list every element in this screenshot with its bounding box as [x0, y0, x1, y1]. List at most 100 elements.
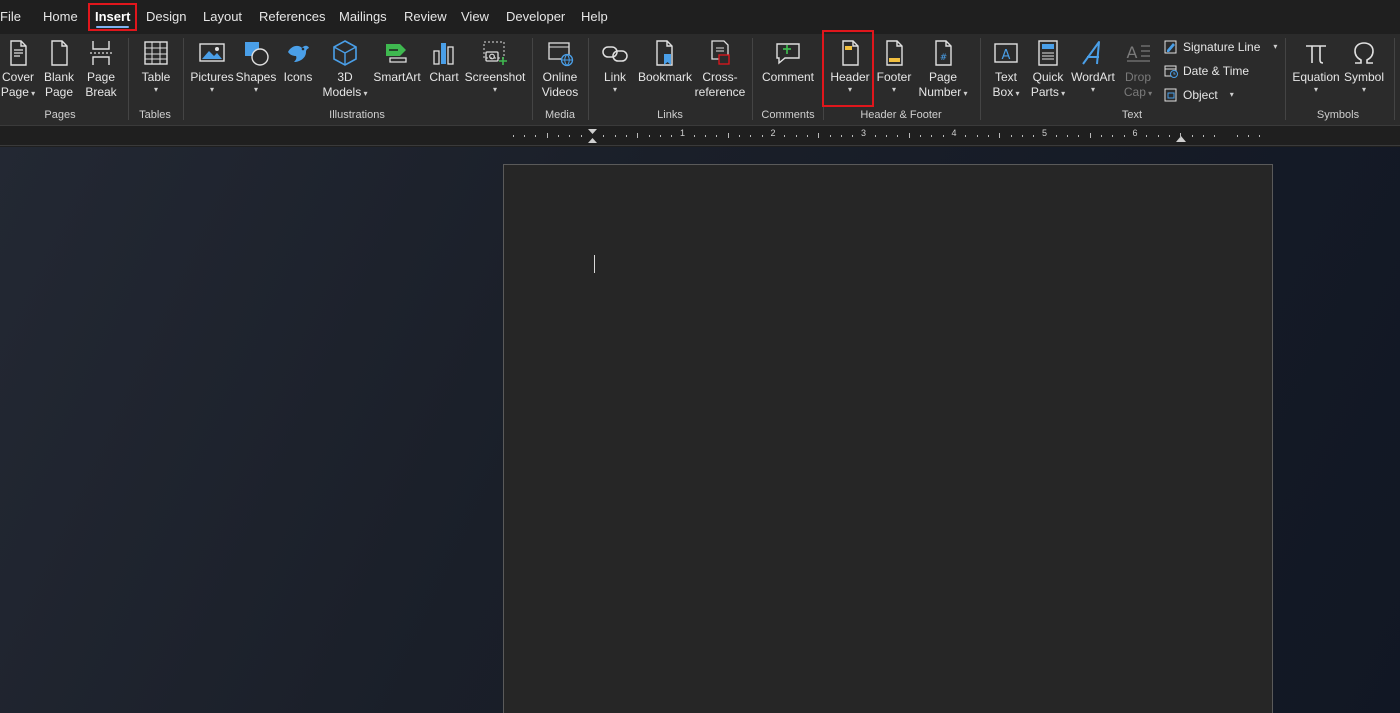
table-button[interactable]: Table ▾	[136, 36, 176, 108]
bookmark-button[interactable]: Bookmark	[638, 36, 692, 108]
wordart-button[interactable]: WordArt ▾	[1070, 36, 1116, 108]
ruler-tick	[1067, 135, 1069, 137]
ruler-tick	[1055, 135, 1057, 137]
ruler-tick	[908, 133, 910, 138]
object-icon	[1164, 88, 1177, 102]
ruler-tick	[784, 135, 786, 137]
smartart-icon	[380, 36, 414, 70]
ruler-tick	[569, 135, 571, 137]
chevron-down-icon: ▾	[1013, 89, 1020, 98]
quick-parts-button[interactable]: Quick Parts ▾	[1028, 36, 1068, 108]
ruler-tick	[716, 135, 718, 137]
screenshot-button[interactable]: Screenshot ▾	[465, 36, 525, 108]
ruler-tick	[1168, 135, 1170, 137]
symbol-button[interactable]: Symbol ▾	[1343, 36, 1385, 108]
online-videos-button[interactable]: Online Videos	[539, 36, 581, 108]
bookmark-icon	[648, 36, 682, 70]
cross-reference-button[interactable]: Cross- reference	[695, 36, 745, 108]
link-button[interactable]: Link ▾	[598, 36, 632, 108]
comment-button[interactable]: Comment	[760, 36, 816, 108]
ruler-number: 5	[1041, 128, 1048, 138]
ruler-tick	[705, 135, 707, 137]
ruler-tick	[603, 135, 605, 137]
ruler-tick	[920, 135, 922, 137]
chevron-down-icon: ▾	[1361, 85, 1366, 94]
tab-developer[interactable]: Developer	[506, 0, 565, 34]
svg-text:#: #	[940, 53, 948, 63]
chevron-down-icon: ▾	[1313, 85, 1318, 94]
chart-button[interactable]: Chart	[427, 36, 461, 108]
ruler-tick	[739, 135, 741, 137]
ruler-tick	[874, 135, 876, 137]
page-number-button[interactable]: # Page Number ▾	[915, 36, 971, 108]
tab-references[interactable]: References	[259, 0, 325, 34]
tab-review[interactable]: Review	[404, 0, 447, 34]
ruler-tick	[512, 135, 514, 137]
chevron-down-icon: ▾	[961, 89, 968, 98]
page-number-icon: #	[926, 36, 960, 70]
ruler-tick	[750, 135, 752, 137]
tab-file[interactable]: File	[0, 0, 21, 34]
left-indent-marker[interactable]	[588, 129, 597, 143]
document-page[interactable]	[503, 164, 1273, 713]
pictures-button[interactable]: Pictures ▾	[190, 36, 234, 108]
blank-page-button[interactable]: Blank Page	[42, 36, 76, 108]
tab-layout[interactable]: Layout	[203, 0, 242, 34]
ruler-tick	[693, 135, 695, 137]
ruler-tick	[1101, 135, 1103, 137]
table-icon	[139, 36, 173, 70]
ruler-tick	[535, 135, 537, 137]
tab-mailings[interactable]: Mailings	[339, 0, 387, 34]
chevron-down-icon: ▾	[492, 85, 497, 94]
document-canvas	[0, 147, 1400, 713]
ruler-tick	[761, 135, 763, 137]
ruler-tick	[840, 135, 842, 137]
group-label-symbols: Symbols	[1316, 109, 1360, 121]
ruler-tick	[558, 135, 560, 137]
icons-button[interactable]: Icons	[281, 36, 315, 108]
ruler-tick	[1089, 133, 1091, 138]
date-time-button[interactable]: Date & Time	[1163, 60, 1249, 82]
group-separator	[588, 38, 589, 120]
ruler-tick	[727, 133, 729, 138]
ruler-number: 2	[770, 128, 776, 138]
ruler-tick	[1214, 135, 1216, 137]
tab-view[interactable]: View	[461, 0, 489, 34]
chevron-down-icon: ▾	[612, 85, 617, 94]
group-separator	[752, 38, 753, 120]
tab-home[interactable]: Home	[43, 0, 78, 34]
group-label-links: Links	[657, 109, 683, 121]
group-separator	[532, 38, 533, 120]
equation-button[interactable]: Equation ▾	[1292, 36, 1340, 108]
smartart-button[interactable]: SmartArt	[373, 36, 421, 108]
ruler-tick	[637, 133, 639, 138]
chevron-down-icon: ▾	[153, 85, 158, 94]
footer-button[interactable]: Footer ▾	[875, 36, 913, 108]
3d-models-button[interactable]: 3D Models ▾	[320, 36, 370, 108]
horizontal-ruler[interactable]: 1 2 3 4 5 6	[500, 128, 1270, 144]
page-break-button[interactable]: Page Break	[84, 36, 118, 108]
ruler-tick	[1123, 135, 1125, 137]
page-break-icon	[84, 36, 118, 70]
ruler-tick	[1010, 135, 1012, 137]
ruler-tick	[818, 133, 820, 138]
ruler-tick	[648, 135, 650, 137]
text-box-button[interactable]: A Text Box ▾	[987, 36, 1025, 108]
tab-insert[interactable]: Insert	[95, 0, 130, 34]
cover-page-button[interactable]: Cover Page ▾	[0, 36, 36, 108]
shapes-button[interactable]: Shapes ▾	[236, 36, 276, 108]
chevron-down-icon: ▾	[28, 89, 36, 98]
drop-cap-button[interactable]: A Drop Cap ▾	[1120, 36, 1156, 108]
tab-design[interactable]: Design	[146, 0, 186, 34]
ruler-tick	[1078, 135, 1080, 137]
signature-icon	[1164, 40, 1177, 54]
ruler-tick	[1033, 135, 1035, 137]
svg-text:A: A	[1002, 48, 1011, 63]
chevron-down-icon: ▾	[209, 85, 214, 94]
ruler-tick	[965, 135, 967, 137]
object-button[interactable]: Object ▾	[1163, 84, 1234, 106]
header-button[interactable]: Header ▾	[830, 36, 870, 108]
calendar-clock-icon	[1164, 65, 1178, 78]
signature-line-button[interactable]: Signature Line ▾	[1163, 36, 1277, 58]
tab-help[interactable]: Help	[581, 0, 608, 34]
